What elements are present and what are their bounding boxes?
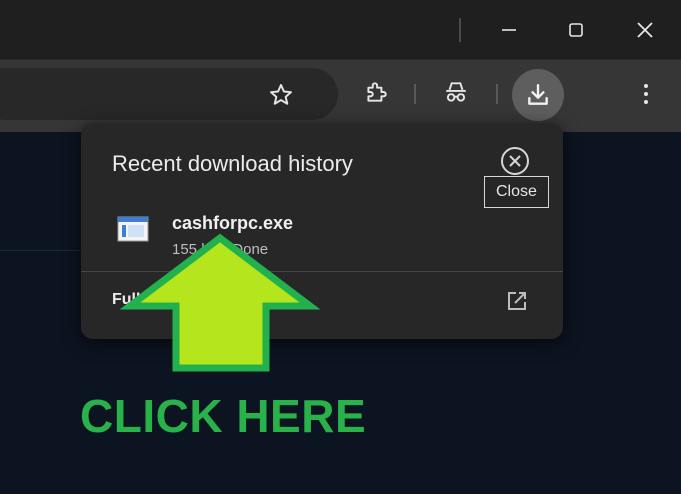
- incognito-button[interactable]: [438, 74, 474, 110]
- arrow-shape: [120, 233, 320, 372]
- click-here-label: CLICK HERE: [80, 390, 367, 442]
- downloads-button[interactable]: [512, 69, 564, 121]
- toolbar-separator: [414, 84, 416, 104]
- address-bar[interactable]: [0, 68, 338, 120]
- download-icon: [528, 84, 548, 105]
- menu-dot: [644, 100, 648, 104]
- download-file-name: cashforpc.exe: [172, 213, 294, 233]
- close-tooltip: Close: [484, 176, 549, 208]
- minimize-icon: [502, 29, 516, 31]
- extensions-icon: [367, 82, 387, 102]
- close-icon: [637, 22, 653, 38]
- bookmark-star-icon[interactable]: [268, 82, 294, 108]
- toolbar-separator: [496, 84, 498, 104]
- up-arrow-annotation: [120, 233, 320, 372]
- more-menu-icon[interactable]: [634, 80, 658, 108]
- close-circle-icon[interactable]: [500, 146, 530, 176]
- open-external-icon[interactable]: [505, 289, 529, 313]
- menu-dot: [644, 84, 648, 88]
- titlebar-separator: [459, 18, 461, 42]
- maximize-icon: [569, 23, 583, 37]
- maximize-button[interactable]: [561, 15, 591, 45]
- minimize-button[interactable]: [494, 15, 524, 45]
- extensions-button[interactable]: [358, 74, 394, 110]
- window-titlebar: [0, 0, 681, 60]
- menu-dot: [644, 92, 648, 96]
- popup-title: Recent download history: [112, 151, 353, 176]
- window-close-button[interactable]: [630, 15, 660, 45]
- incognito-icon: [446, 82, 466, 102]
- browser-toolbar: [0, 60, 681, 132]
